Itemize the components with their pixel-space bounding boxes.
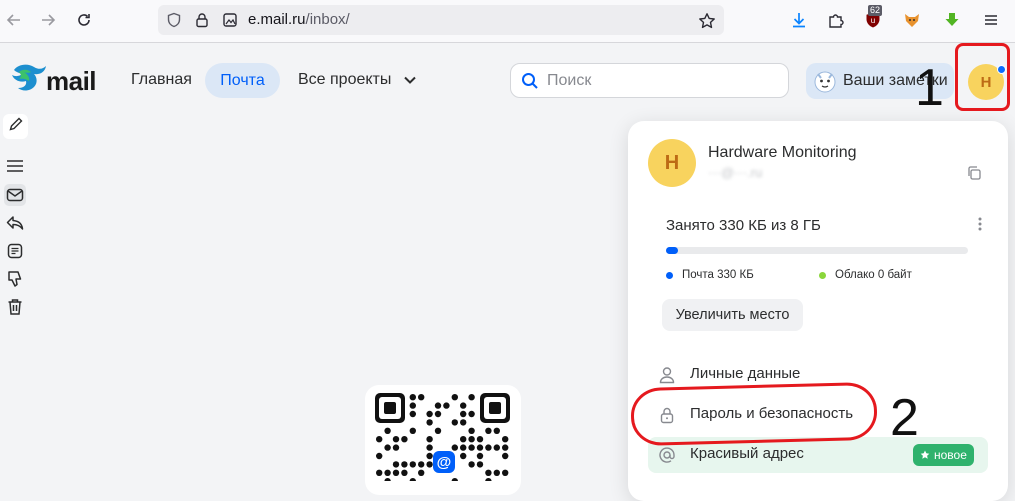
downloads-icon[interactable]	[788, 9, 810, 31]
browser-toolbar: e.mail.ru/inbox/ u 62	[0, 0, 1015, 43]
reload-icon[interactable]	[72, 8, 96, 32]
mail-header: mail Главная Почта Все проекты Ваши заме…	[0, 43, 1015, 115]
menu-hamburger-icon[interactable]	[980, 9, 1002, 31]
extension-badge: 62	[868, 5, 883, 16]
annotation-number-2: 2	[890, 389, 919, 447]
svg-text:@: @	[437, 454, 452, 471]
menu-item-label: Красивый адрес	[690, 445, 804, 462]
storage-progress-fill	[666, 247, 679, 254]
compose-button[interactable]	[3, 114, 28, 139]
nav-all-projects[interactable]: Все проекты	[298, 71, 416, 89]
annotation-highlight-avatar	[955, 43, 1010, 111]
nav-mail[interactable]: Почта	[205, 63, 280, 98]
nav-all-projects-label: Все проекты	[298, 71, 392, 89]
legend-mail-dot	[666, 271, 673, 279]
more-vertical-icon[interactable]	[978, 217, 982, 234]
chevron-down-icon	[404, 71, 416, 89]
url-path: /inbox/	[305, 11, 350, 28]
qr-code-card: @	[365, 385, 521, 495]
url-text: e.mail.ru/inbox/	[248, 11, 350, 28]
legend-cloud-dot	[819, 271, 826, 279]
menu-toggle-icon[interactable]	[4, 155, 26, 177]
page-info-icon[interactable]	[222, 12, 238, 33]
search-input[interactable]	[545, 71, 784, 91]
at-icon	[658, 446, 676, 469]
annotation-number-1: 1	[915, 59, 944, 117]
new-badge: новое	[913, 444, 974, 466]
storage-title: Занято 330 КБ из 8 ГБ	[666, 217, 821, 234]
sent-reply-icon[interactable]	[4, 212, 26, 234]
back-icon[interactable]	[2, 8, 26, 32]
legend-mail: Почта 330 КБ	[666, 269, 754, 281]
url-host: e.mail.ru	[248, 11, 306, 28]
new-badge-label: новое	[934, 448, 967, 462]
star-icon	[920, 450, 930, 460]
legend-cloud-label: Облако 0 байт	[835, 269, 912, 281]
legend-mail-label: Почта 330 КБ	[682, 269, 754, 281]
mail-logo-icon[interactable]	[10, 62, 48, 101]
pencil-icon	[8, 116, 24, 137]
storage-progress-bar	[666, 247, 968, 254]
copy-icon[interactable]	[966, 165, 982, 186]
inbox-envelope-icon[interactable]	[4, 184, 26, 206]
qr-code-image: @	[375, 393, 510, 485]
search-box[interactable]	[510, 63, 789, 98]
shield-icon[interactable]	[166, 12, 182, 33]
search-icon	[521, 72, 539, 95]
svg-text:u: u	[871, 16, 875, 25]
drafts-icon[interactable]	[4, 240, 26, 262]
account-email: ···@···.ru	[708, 165, 763, 180]
bookmark-star-icon[interactable]	[698, 12, 716, 35]
nav-home[interactable]: Главная	[131, 71, 192, 89]
address-bar[interactable]: e.mail.ru/inbox/	[158, 5, 724, 35]
menu-item-label: Личные данные	[690, 365, 801, 382]
extensions-puzzle-icon[interactable]	[825, 9, 847, 31]
fox-extension-icon[interactable]	[901, 9, 923, 31]
person-icon	[658, 366, 676, 389]
notes-mascot-icon	[812, 68, 838, 99]
legend-cloud: Облако 0 байт	[819, 269, 912, 281]
lock-icon[interactable]	[194, 12, 210, 33]
increase-storage-button[interactable]: Увеличить место	[662, 299, 803, 331]
download-helper-icon[interactable]	[941, 9, 963, 31]
storage-panel: Занято 330 КБ из 8 ГБ Почта 330 КБ Облак…	[648, 203, 988, 298]
trash-icon[interactable]	[4, 296, 26, 318]
annotation-highlight-password	[630, 381, 878, 447]
spam-thumbs-down-icon[interactable]	[4, 268, 26, 290]
forward-icon[interactable]	[36, 8, 60, 32]
account-name: Hardware Monitoring	[708, 144, 857, 161]
dropdown-avatar[interactable]: H	[648, 139, 696, 187]
logo-text[interactable]: mail	[46, 66, 97, 97]
